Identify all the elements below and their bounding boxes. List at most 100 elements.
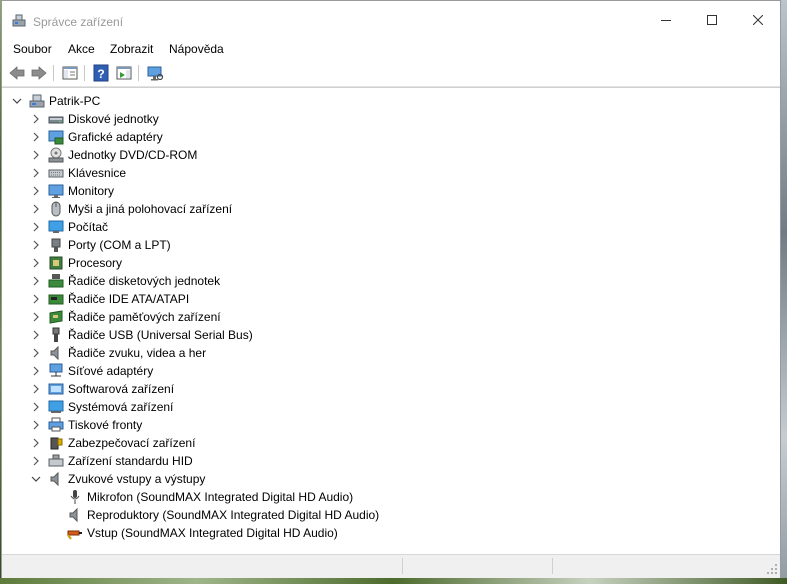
tree-device-label: Vstup (SoundMAX Integrated Digital HD Au…: [87, 526, 338, 540]
computer-icon: [29, 93, 45, 109]
tree-category-label: Grafické adaptéry: [68, 130, 163, 144]
chevron-right-icon[interactable]: [30, 365, 42, 377]
tree-category-computer[interactable]: Počítač: [2, 218, 402, 236]
menu-view[interactable]: Zobrazit: [110, 42, 153, 56]
chevron-right-icon[interactable]: [30, 221, 42, 233]
storage-controller-icon: [48, 309, 64, 325]
menu-bar: Soubor Akce Zobrazit Nápověda: [2, 39, 780, 59]
tree-category-ports[interactable]: Porty (COM a LPT): [2, 236, 402, 254]
close-button[interactable]: [735, 1, 781, 39]
tree-category-system-devices[interactable]: Systémová zařízení: [2, 398, 402, 416]
device-tree[interactable]: Patrik-PC Diskové jednotky Grafické adap…: [2, 87, 780, 554]
tree-category-floppy-controllers[interactable]: Řadiče disketových jednotek: [2, 272, 402, 290]
svg-text:?: ?: [97, 67, 104, 81]
tree-category-label: Síťové adaptéry: [68, 364, 154, 378]
tree-category-label: Řadiče paměťových zařízení: [68, 310, 221, 324]
keyboard-icon: [48, 165, 64, 181]
tree-category-label: Zařízení standardu HID: [68, 454, 193, 468]
security-device-icon: [48, 435, 64, 451]
disk-drive-icon: [48, 111, 64, 127]
tree-category-audio-io[interactable]: Zvukové vstupy a výstupy: [2, 470, 402, 488]
chevron-right-icon[interactable]: [30, 131, 42, 143]
chevron-right-icon[interactable]: [30, 383, 42, 395]
monitor-icon: [48, 183, 64, 199]
tree-category-network-adapters[interactable]: Síťové adaptéry: [2, 362, 402, 380]
chevron-right-icon[interactable]: [30, 311, 42, 323]
tree-category-display-adapters[interactable]: Grafické adaptéry: [2, 128, 402, 146]
chevron-right-icon[interactable]: [30, 329, 42, 341]
tree-category-storage-controllers[interactable]: Řadiče paměťových zařízení: [2, 308, 402, 326]
chevron-right-icon[interactable]: [30, 167, 42, 179]
chevron-right-icon[interactable]: [30, 437, 42, 449]
tree-category-hid[interactable]: Zařízení standardu HID: [2, 452, 402, 470]
title-bar[interactable]: Správce zařízení: [2, 1, 780, 39]
menu-action[interactable]: Akce: [68, 42, 95, 56]
microphone-icon: [67, 489, 83, 505]
printer-icon: [48, 417, 64, 433]
chevron-down-icon[interactable]: [30, 473, 42, 485]
tree-category-print-queues[interactable]: Tiskové fronty: [2, 416, 402, 434]
ide-controller-icon: [48, 291, 64, 307]
chevron-right-icon[interactable]: [30, 257, 42, 269]
action-pane-button[interactable]: [115, 64, 133, 82]
desktop-background-bottom: [0, 578, 787, 584]
tree-category-label: Řadiče disketových jednotek: [68, 274, 221, 288]
tree-root-node[interactable]: Patrik-PC: [2, 92, 302, 110]
menu-file[interactable]: Soubor: [13, 42, 52, 56]
tree-category-ide-controllers[interactable]: Řadiče IDE ATA/ATAPI: [2, 290, 402, 308]
device-manager-icon: [12, 14, 26, 28]
tree-category-sound-controllers[interactable]: Řadiče zvuku, videa a her: [2, 344, 402, 362]
chevron-right-icon[interactable]: [30, 293, 42, 305]
chevron-right-icon[interactable]: [30, 275, 42, 287]
tree-category-label: Klávesnice: [68, 166, 127, 180]
menu-help[interactable]: Nápověda: [169, 42, 224, 56]
arrow-right-icon: [30, 64, 48, 82]
processor-icon: [48, 255, 64, 271]
scan-hardware-icon: [146, 64, 164, 82]
resize-grip-icon[interactable]: [766, 563, 778, 575]
chevron-right-icon[interactable]: [30, 401, 42, 413]
chevron-down-icon[interactable]: [11, 95, 23, 107]
tree-device-microphone[interactable]: Mikrofon (SoundMAX Integrated Digital HD…: [2, 488, 502, 506]
status-bar: [2, 554, 780, 578]
tree-device-speakers[interactable]: Reproduktory (SoundMAX Integrated Digita…: [2, 506, 502, 524]
tree-device-line-in[interactable]: Vstup (SoundMAX Integrated Digital HD Au…: [2, 524, 502, 542]
help-icon: ?: [92, 64, 110, 82]
floppy-controller-icon: [48, 273, 64, 289]
show-hide-console-tree-button[interactable]: [61, 64, 79, 82]
tree-category-label: Diskové jednotky: [68, 112, 159, 126]
usb-icon: [48, 327, 64, 343]
action-pane-icon: [115, 64, 133, 82]
tree-category-disk-drives[interactable]: Diskové jednotky: [2, 110, 402, 128]
tree-category-keyboards[interactable]: Klávesnice: [2, 164, 402, 182]
tree-category-software-devices[interactable]: Softwarová zařízení: [2, 380, 402, 398]
tree-category-label: Softwarová zařízení: [68, 382, 175, 396]
tree-category-monitors[interactable]: Monitory: [2, 182, 402, 200]
chevron-right-icon[interactable]: [30, 239, 42, 251]
tree-category-security-devices[interactable]: Zabezpečovací zařízení: [2, 434, 402, 452]
scan-hardware-button[interactable]: [146, 64, 164, 82]
chevron-right-icon[interactable]: [30, 185, 42, 197]
tree-category-label: Jednotky DVD/CD-ROM: [68, 148, 198, 162]
tree-category-label: Myši a jiná polohovací zařízení: [68, 202, 233, 216]
chevron-right-icon[interactable]: [30, 149, 42, 161]
forward-button[interactable]: [30, 64, 48, 82]
tree-category-mice[interactable]: Myši a jiná polohovací zařízení: [2, 200, 402, 218]
tree-category-label: Zabezpečovací zařízení: [68, 436, 196, 450]
tree-category-label: Řadiče zvuku, videa a her: [68, 346, 207, 360]
minimize-button[interactable]: [643, 1, 689, 39]
chevron-right-icon[interactable]: [30, 455, 42, 467]
tree-category-label: Monitory: [68, 184, 115, 198]
device-manager-window: Správce zařízení Soubor Akce Zobrazit Ná…: [1, 0, 781, 578]
chevron-right-icon[interactable]: [30, 419, 42, 431]
maximize-button[interactable]: [689, 1, 735, 39]
mouse-icon: [48, 201, 64, 217]
chevron-right-icon[interactable]: [30, 203, 42, 215]
tree-category-usb-controllers[interactable]: Řadiče USB (Universal Serial Bus): [2, 326, 402, 344]
back-button[interactable]: [8, 64, 26, 82]
chevron-right-icon[interactable]: [30, 113, 42, 125]
tree-category-processors[interactable]: Procesory: [2, 254, 402, 272]
chevron-right-icon[interactable]: [30, 347, 42, 359]
tree-category-dvd-cd-rom[interactable]: Jednotky DVD/CD-ROM: [2, 146, 402, 164]
help-button[interactable]: ?: [92, 64, 110, 82]
